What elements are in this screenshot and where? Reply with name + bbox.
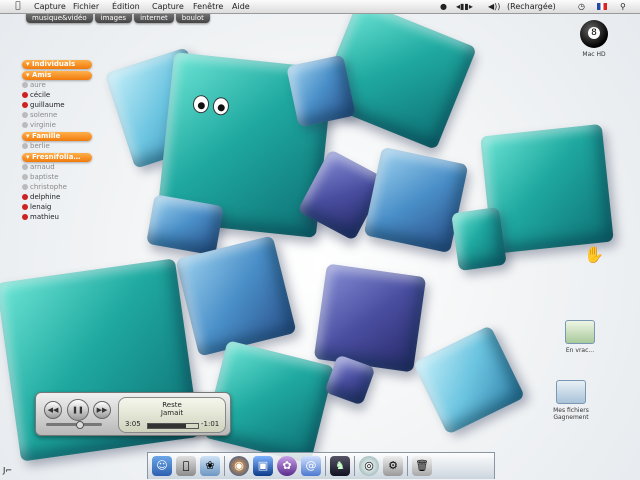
menu-aide[interactable]: Aide: [232, 0, 250, 13]
elapsed-time: 3:05: [125, 420, 141, 428]
status-dot-icon: [22, 82, 28, 88]
wallpaper-cube: [412, 325, 526, 435]
menu-capture-app[interactable]: Capture: [34, 0, 66, 13]
group-header[interactable]: ▾ Individuals: [22, 60, 92, 69]
folder-icon: [565, 320, 595, 344]
tab-internet[interactable]: internet: [134, 13, 174, 23]
contact-item[interactable]: baptiste: [22, 172, 92, 182]
wallpaper-cube: [313, 263, 427, 373]
desktop-icon-mac-hd[interactable]: Mac HD: [572, 20, 616, 58]
group-header[interactable]: ▾ Amis: [22, 71, 92, 80]
contact-item[interactable]: virginie: [22, 120, 92, 130]
status-dot-icon: [22, 112, 28, 118]
status-dot-icon: [22, 143, 28, 149]
status-dot-icon: [22, 184, 28, 190]
dock-separator: [325, 456, 326, 476]
contact-item[interactable]: guillaume: [22, 100, 92, 110]
pause-button[interactable]: ❚❚: [67, 399, 89, 421]
firefox-icon[interactable]: ◉: [229, 456, 249, 476]
previous-track-button[interactable]: ◀◀: [44, 401, 62, 419]
clock-icon[interactable]: ◷: [578, 0, 585, 13]
volume-slider[interactable]: [46, 421, 102, 429]
menu-fenetre[interactable]: Fenêtre: [193, 0, 223, 13]
wallpaper-cube: [146, 194, 224, 256]
cube-eye: [192, 94, 210, 114]
menu-edition[interactable]: Édition: [112, 0, 140, 13]
contact-item[interactable]: christophe: [22, 182, 92, 192]
dock: ☺  ❀ ◉ ▣ ✿ @ ♞ ◎ ⚙ 🗑: [147, 452, 495, 479]
ichat-icon[interactable]: ◎: [359, 456, 379, 476]
user-status-icon[interactable]: ●: [440, 0, 447, 13]
status-dot-icon: [22, 102, 28, 108]
group-header[interactable]: ▾ Famille: [22, 132, 92, 141]
wallpaper-cube: [363, 146, 469, 254]
contact-item[interactable]: arnaud: [22, 162, 92, 172]
desktop-icon-documents[interactable]: Mes fichiers Gagnement: [536, 380, 606, 421]
desktop-tabs: musique&vidéo images internet boulot: [26, 13, 212, 24]
group-header[interactable]: ▾ Fresnifolia…: [22, 153, 92, 162]
status-dot-icon: [22, 204, 28, 210]
status-dot-icon: [22, 164, 28, 170]
spotlight-icon[interactable]: ⚲: [620, 0, 626, 13]
status-dot-icon: [22, 92, 28, 98]
tab-musique-video[interactable]: musique&vidéo: [26, 13, 93, 23]
game-icon[interactable]: ♞: [330, 456, 350, 476]
menu-capture[interactable]: Capture: [152, 0, 184, 13]
status-dot-icon: [22, 174, 28, 180]
contact-item[interactable]: solenne: [22, 110, 92, 120]
contact-item[interactable]: mathieu: [22, 212, 92, 222]
tab-boulot[interactable]: boulot: [175, 13, 210, 23]
trash-icon[interactable]: 🗑: [412, 456, 432, 476]
itunes-widget: ◀◀ ❚❚ ▶▶ Reste Jamait 3:05 -1:01: [35, 392, 231, 436]
contact-item[interactable]: berlie: [22, 141, 92, 151]
system-icon[interactable]: : [176, 456, 196, 476]
wallpaper-cube: [286, 54, 356, 128]
battery-status[interactable]: (Rechargée): [507, 0, 556, 13]
contact-item[interactable]: aure: [22, 80, 92, 90]
wallpaper-cube: [175, 235, 297, 357]
wallpaper-cube: [451, 206, 507, 272]
apple-menu-icon[interactable]: : [13, 0, 23, 13]
volume-icon[interactable]: ◀)): [488, 0, 500, 13]
eight-ball-icon: [580, 20, 608, 48]
status-dot-icon: [22, 122, 28, 128]
preferences-icon[interactable]: ⚙: [383, 456, 403, 476]
playback-controls[interactable]: ◂▮▮▸: [456, 0, 473, 13]
dock-separator: [224, 456, 225, 476]
dock-separator: [407, 456, 408, 476]
adium-icon[interactable]: ✿: [277, 456, 297, 476]
contact-item[interactable]: cécile: [22, 90, 92, 100]
progress-bar[interactable]: [147, 423, 199, 429]
menubar:  Capture Fichier Édition Capture Fenêtr…: [0, 0, 640, 14]
contact-list: ▾ Individuals ▾ Amis aure cécile guillau…: [22, 58, 92, 222]
tab-images[interactable]: images: [94, 13, 133, 23]
language-flag-icon[interactable]: [597, 3, 607, 10]
status-dot-icon: [22, 214, 28, 220]
corner-logo-icon: J⌐: [3, 466, 13, 475]
folder-icon: [556, 380, 586, 404]
dock-separator: [354, 456, 355, 476]
applications-icon[interactable]: ❀: [200, 456, 220, 476]
track-artist: Jamait: [160, 409, 184, 417]
next-track-button[interactable]: ▶▶: [93, 401, 111, 419]
volume-knob[interactable]: [76, 421, 84, 429]
now-playing-display: Reste Jamait 3:05 -1:01: [118, 397, 226, 433]
remaining-time: -1:01: [201, 420, 220, 428]
status-dot-icon: [22, 194, 28, 200]
progress-fill: [148, 424, 186, 428]
footprints-icon: ✋: [584, 245, 604, 264]
photo-icon[interactable]: ▣: [253, 456, 273, 476]
menu-fichier[interactable]: Fichier: [73, 0, 99, 13]
cube-eye: [212, 96, 230, 117]
desktop-icon-en-vrac[interactable]: En vrac...: [557, 320, 603, 354]
finder-icon[interactable]: ☺: [152, 456, 172, 476]
track-title: Reste: [162, 401, 182, 409]
contact-item[interactable]: delphine: [22, 192, 92, 202]
contact-item[interactable]: lenaig: [22, 202, 92, 212]
mail-icon[interactable]: @: [301, 456, 321, 476]
